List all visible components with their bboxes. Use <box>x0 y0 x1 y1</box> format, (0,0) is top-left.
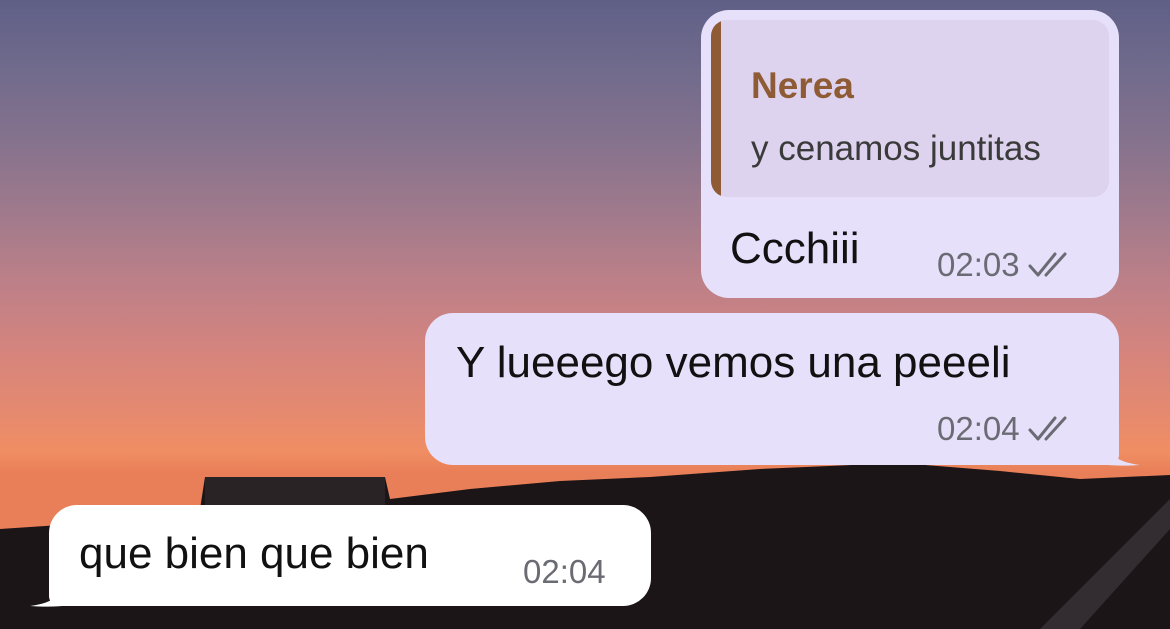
outgoing-message-bubble[interactable]: Nerea y cenamos juntitas Ccchiii 02:03 <box>701 10 1119 298</box>
message-meta: 02:03 <box>937 246 1076 284</box>
quote-text: y cenamos juntitas <box>751 129 1041 168</box>
double-check-icon <box>1028 252 1067 277</box>
bubble-tail <box>30 577 70 607</box>
outgoing-message-bubble[interactable]: Y lueeego vemos una peeeli 02:04 <box>425 313 1119 465</box>
message-meta: 02:04 <box>937 410 1076 448</box>
quote-author: Nerea <box>751 65 854 106</box>
reply-quote[interactable]: Nerea y cenamos juntitas <box>711 20 1109 197</box>
message-meta: 02:04 <box>523 553 606 591</box>
double-check-icon <box>1028 416 1067 441</box>
bubble-tail <box>1100 436 1140 466</box>
message-text: Ccchiii <box>730 224 860 273</box>
message-time: 02:03 <box>937 246 1020 283</box>
quote-accent-bar <box>711 20 721 197</box>
message-time: 02:04 <box>523 553 606 590</box>
message-text: Y lueeego vemos una peeeli <box>456 338 1011 387</box>
message-text: que bien que bien <box>79 529 429 578</box>
message-time: 02:04 <box>937 410 1020 447</box>
incoming-message-bubble[interactable]: que bien que bien 02:04 <box>49 505 651 606</box>
